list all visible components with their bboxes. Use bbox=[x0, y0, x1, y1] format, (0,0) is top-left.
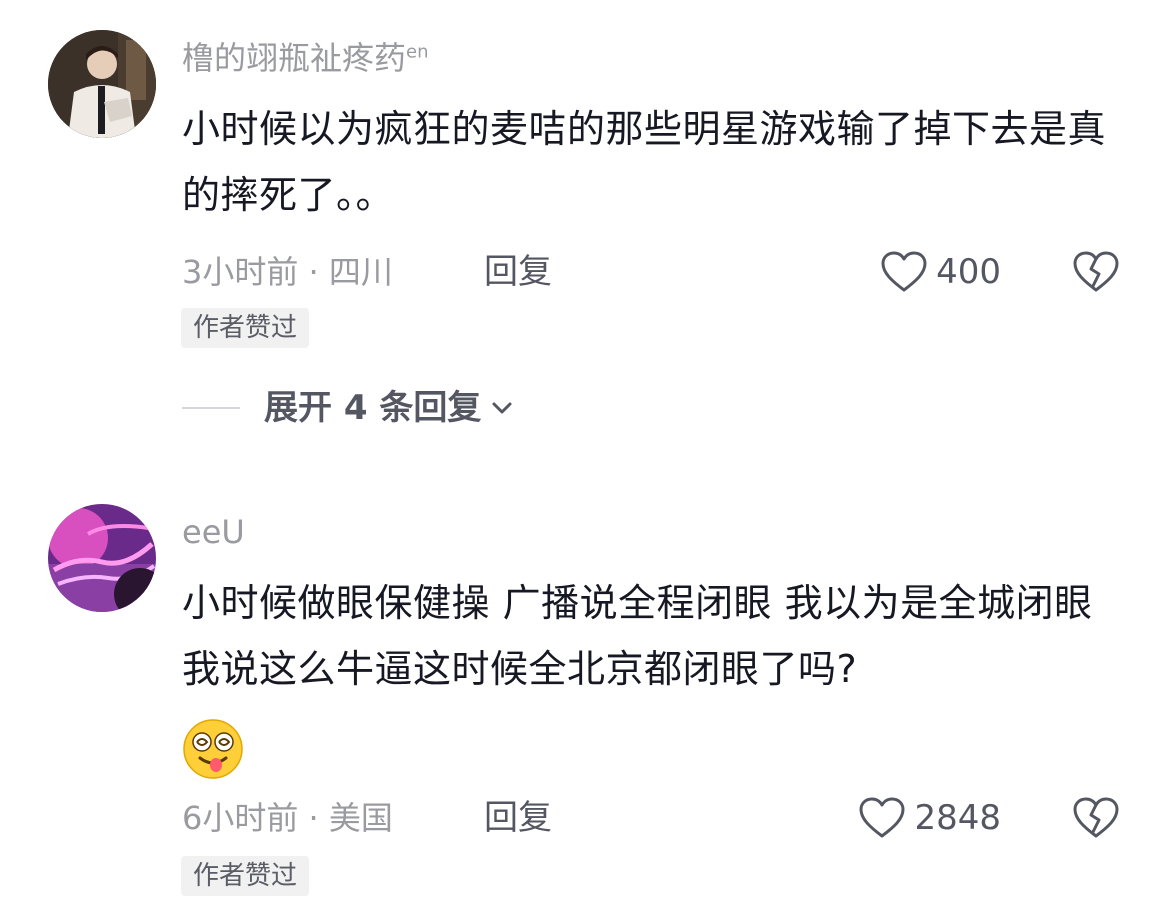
broken-heart-icon[interactable] bbox=[1072, 796, 1120, 840]
username[interactable]: eeU bbox=[182, 512, 245, 552]
avatar-neon-purple-icon bbox=[48, 504, 156, 612]
avatar[interactable] bbox=[48, 504, 156, 612]
comment-text: 小时候做眼保健操 广播说全程闭眼 我以为是全城闭眼 我说这么牛逼这时候全北京都闭… bbox=[182, 581, 1093, 691]
comment-item: eeU 小时候做眼保健操 广播说全程闭眼 我以为是全城闭眼 我说这么牛逼这时候全… bbox=[0, 0, 1169, 917]
comment-time-location: 6小时前 · 美国 bbox=[182, 799, 393, 837]
like-count: 2848 bbox=[914, 798, 1001, 838]
username-text: eeU bbox=[182, 513, 245, 551]
reply-button[interactable]: 回复 bbox=[484, 798, 552, 838]
like-button[interactable]: 2848 bbox=[858, 796, 1001, 840]
heart-icon bbox=[858, 796, 906, 840]
dizzy-tongue-emoji-icon bbox=[182, 718, 244, 780]
author-liked-badge: 作者赞过 bbox=[181, 856, 310, 896]
